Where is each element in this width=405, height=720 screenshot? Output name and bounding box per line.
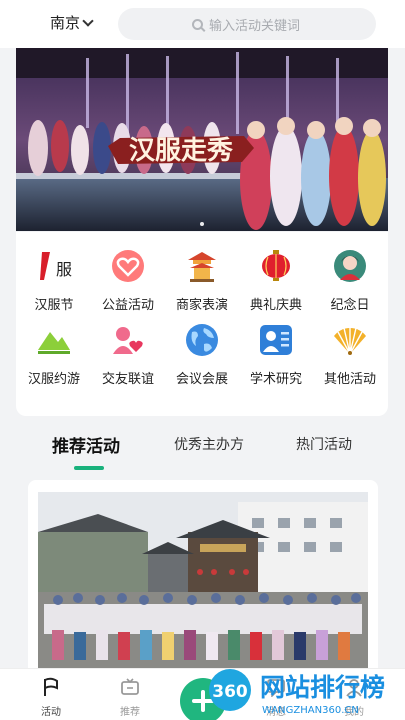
watermark: 360 网站排行榜 WANGZHAN360.CN [208, 664, 405, 720]
nav-label: 活动 [41, 707, 61, 718]
scholar-icon [260, 325, 292, 355]
tab-popular[interactable]: 热门活动 [296, 434, 352, 454]
category-label: 学术研究 [249, 372, 302, 387]
chevron-down-icon [82, 14, 94, 27]
category-label: 交友联谊 [101, 372, 154, 387]
flag-icon [44, 677, 58, 696]
mountain-icon [38, 332, 70, 354]
category-hanfu-outing[interactable]: 汉服约游 [17, 322, 91, 392]
category-label: 公益活动 [101, 298, 154, 313]
tab-indicator [74, 466, 104, 470]
search-icon [192, 18, 203, 30]
category-academic[interactable]: 学术研究 [239, 322, 313, 392]
nav-recommend[interactable]: 推荐 [100, 677, 160, 718]
lantern-icon [262, 250, 290, 281]
activity-tabs: 推荐活动 优秀主办方 热门活动 [16, 424, 388, 474]
tv-icon [121, 678, 139, 695]
category-label: 会议会展 [175, 372, 228, 387]
city-label: 南京 [50, 14, 81, 32]
event-card[interactable] [28, 480, 378, 680]
hanfu-festival-icon: 服 [40, 252, 72, 280]
lady-portrait-icon [334, 250, 366, 282]
hero-banner[interactable]: 汉服走秀 [16, 48, 388, 231]
category-anniversary[interactable]: 纪念日 [313, 248, 387, 318]
category-merchant-show[interactable]: 商家表演 [165, 248, 239, 318]
nav-label: 推荐 [120, 707, 140, 718]
category-ceremony[interactable]: 典礼庆典 [239, 248, 313, 318]
banner-image: 汉服走秀 [16, 48, 388, 231]
category-label: 商家表演 [175, 298, 228, 313]
city-selector[interactable]: 南京 [50, 12, 94, 33]
category-social[interactable]: 交友联谊 [91, 322, 165, 392]
category-other[interactable]: 其他活动 [313, 322, 387, 392]
search-placeholder: 输入活动关键词 [209, 18, 301, 34]
friends-heart-icon [113, 327, 143, 354]
nav-activities[interactable]: 活动 [21, 677, 81, 718]
search-input[interactable]: 输入活动关键词 [118, 8, 376, 40]
category-hanfu-festival[interactable]: 服 汉服节 [17, 248, 91, 318]
category-label: 纪念日 [330, 298, 370, 313]
watermark-text: 网站排行榜 [260, 673, 385, 702]
category-label: 汉服约游 [27, 372, 80, 387]
globe-icon [186, 324, 218, 356]
banner-title: 汉服走秀 [129, 136, 233, 166]
category-conference[interactable]: 会议会展 [165, 322, 239, 392]
tab-organizers[interactable]: 优秀主办方 [174, 434, 244, 454]
watermark-logo: 360 网站排行榜 WANGZHAN360.CN [209, 669, 385, 716]
watermark-brand: 360 [212, 682, 248, 702]
top-bar: 南京 输入活动关键词 [0, 0, 405, 48]
category-charity[interactable]: 公益活动 [91, 248, 165, 318]
category-label: 汉服节 [34, 298, 74, 313]
category-grid: 服 汉服节 公益活动 商家表演 典礼庆典 纪念日 汉服约游 交友联谊 会议会展 … [16, 232, 388, 416]
category-label: 典礼庆典 [249, 298, 302, 313]
watermark-sub: WANGZHAN360.CN [262, 705, 359, 716]
charity-heart-icon [112, 250, 144, 282]
event-photo [38, 492, 368, 668]
svg-text:服: 服 [56, 260, 72, 279]
fan-icon [334, 327, 366, 355]
category-label: 其他活动 [323, 372, 376, 387]
tab-recommended[interactable]: 推荐活动 [52, 432, 120, 457]
pavilion-icon [188, 252, 216, 282]
